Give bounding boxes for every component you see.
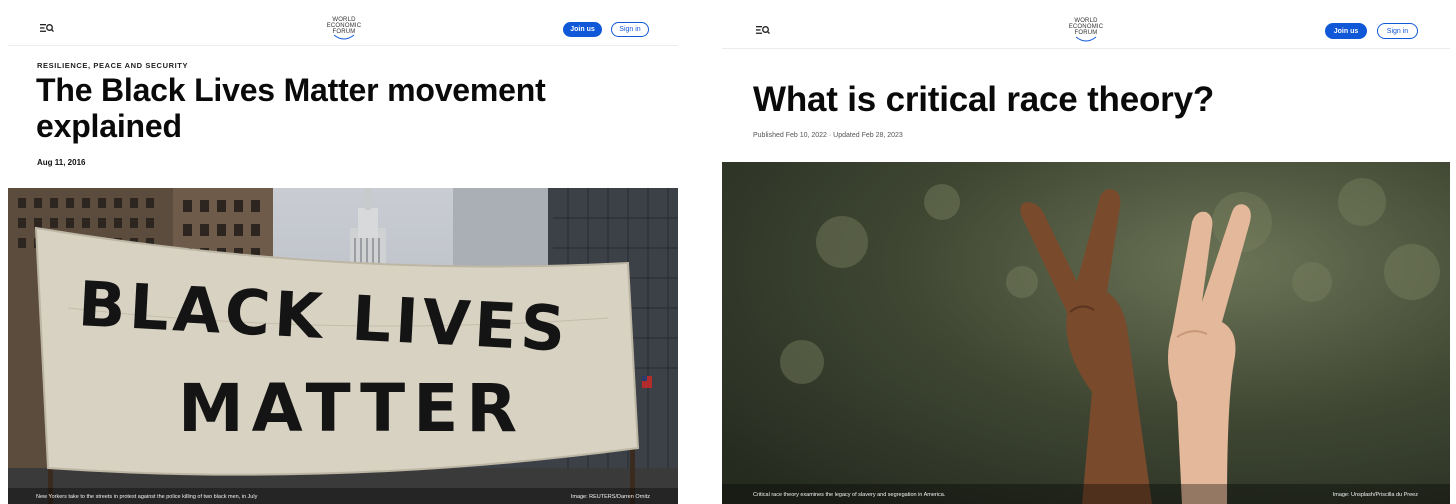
- article-screenshot-critical-race-theory: WORLD ECONOMIC FORUM Join us Sign in Wha…: [722, 0, 1450, 504]
- wef-logo-arc-icon: [1075, 36, 1097, 42]
- hero-image: Critical race theory examines the legacy…: [722, 162, 1450, 504]
- menu-search-icon: [756, 26, 770, 35]
- image-caption: New Yorkers take to the streets in prote…: [36, 494, 258, 500]
- article-date: Aug 11, 2016: [37, 158, 86, 167]
- wef-logo-arc-icon: [333, 34, 355, 40]
- article-screenshot-black-lives-matter: WORLD ECONOMIC FORUM Join us Sign in RES…: [8, 0, 678, 504]
- image-credit: Image: Unsplash/Priscilla du Preez: [1332, 492, 1418, 498]
- wef-logo[interactable]: WORLD ECONOMIC FORUM: [1064, 18, 1108, 46]
- sign-in-button[interactable]: Sign in: [1377, 23, 1418, 39]
- article-title: The Black Lives Matter movement explaine…: [36, 72, 546, 144]
- join-us-button[interactable]: Join us: [563, 22, 602, 37]
- article-title: What is critical race theory?: [753, 80, 1215, 119]
- image-credit: Image: REUTERS/Darren Ornitz: [570, 494, 650, 500]
- wef-logo[interactable]: WORLD ECONOMIC FORUM: [324, 17, 364, 43]
- header-divider: [8, 45, 678, 46]
- join-us-button[interactable]: Join us: [1325, 23, 1367, 39]
- image-caption: Critical race theory examines the legacy…: [753, 492, 946, 498]
- sign-in-button[interactable]: Sign in: [611, 22, 649, 37]
- article-category[interactable]: RESILIENCE, PEACE AND SECURITY: [37, 61, 188, 70]
- banner-text-line-2: MATTER: [178, 370, 526, 447]
- menu-search-button[interactable]: [40, 22, 54, 34]
- menu-search-button[interactable]: [756, 24, 770, 36]
- hero-image: BLACK LIVES MATTER New Yorkers take to t…: [8, 188, 678, 504]
- panel-gap: [690, 0, 710, 504]
- menu-search-icon: [40, 24, 54, 33]
- header-divider: [722, 48, 1450, 49]
- peace-sign-hands-illustration: [722, 162, 1450, 504]
- article-date: Published Feb 10, 2022 · Updated Feb 28,…: [753, 132, 903, 139]
